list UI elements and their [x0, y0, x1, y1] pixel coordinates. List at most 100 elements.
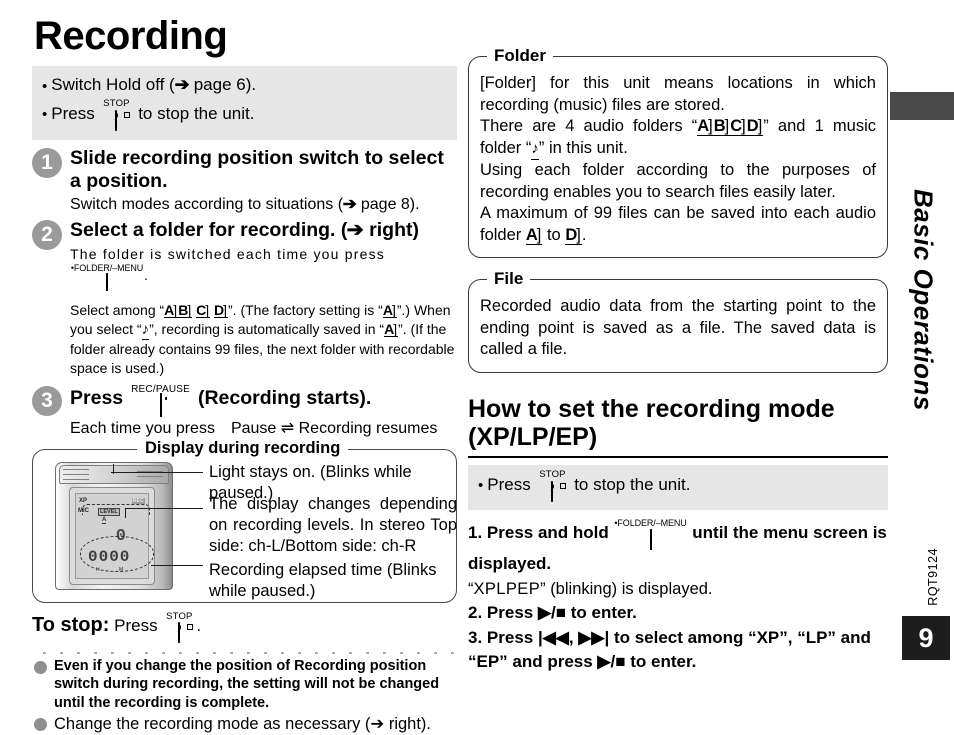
arrow-icon: ➔: [346, 218, 365, 241]
blinking-modes-text: XPLPEP: [473, 579, 541, 598]
chapter-tab-block: [890, 92, 954, 120]
arrow-icon: ➔: [342, 195, 357, 213]
step-2-line-1: The folder is switched each time you pre…: [70, 245, 457, 292]
leader-line: [125, 507, 127, 518]
stop-button-icon: STOP: [162, 611, 196, 645]
folder-badge-d: D: [214, 302, 229, 319]
preparation-note-box: Switch Hold off (➔ page 6). Press STOP t…: [32, 66, 457, 140]
music-folder-icon: ♪: [531, 138, 539, 160]
stop-button-icon: STOP: [99, 98, 133, 133]
page-number-badge: 9: [902, 616, 950, 660]
rec-pause-button-icon: REC/PAUSE: [129, 384, 193, 417]
chapter-label-text: Basic Operations: [908, 189, 939, 411]
rec-pause-button-shape: [159, 392, 162, 417]
section-heading-line-1: How to set the recording mode: [468, 394, 835, 423]
speaker-slit-icon: [63, 473, 89, 476]
chapter-label: Basic Operations: [896, 120, 950, 480]
section-rule: [468, 455, 888, 458]
mode-step-1-index: 1.: [468, 522, 483, 542]
speaker-slit-icon: [137, 475, 163, 478]
footnote-2: Change the recording mode as necessary (…: [32, 714, 457, 735]
step-number-badge: 1: [32, 147, 62, 178]
leader-line: [125, 507, 203, 509]
bullet-icon: [42, 101, 47, 127]
lcd-rec-badge: REC: [131, 497, 145, 504]
stop-button-shape: [551, 480, 554, 502]
note-line-stop: Press STOP to stop the unit.: [42, 98, 447, 133]
lcd-mode-text: XP: [79, 497, 88, 504]
file-box-body: Recorded audio data from the starting po…: [469, 280, 887, 372]
folder-box-p3: Using each folder according to the purpo…: [480, 161, 876, 201]
lcd-frame: XP REC MIC LEVEL A 0 0000 H M: [69, 486, 155, 585]
folder-menu-button-icon: •FOLDER/–MENU: [70, 263, 144, 292]
dotted-divider: [36, 648, 457, 655]
step-3-heading: Press REC/PAUSE (Recording starts).: [70, 384, 457, 417]
music-folder-icon: ♪: [141, 320, 150, 340]
step-1-heading: Slide recording position switch to selec…: [70, 146, 444, 192]
speaker-slit-icon: [63, 468, 89, 471]
leader-line: [151, 564, 203, 566]
to-stop-line: To stop: Press STOP .: [32, 611, 457, 645]
manual-page: Recording Switch Hold off (➔ page 6). Pr…: [0, 0, 954, 733]
mode-step-2-index: 2.: [468, 602, 483, 622]
bullet-icon: [42, 73, 47, 99]
folder-badge-b: B: [178, 302, 193, 319]
folder-box-p4: A maximum of 99 files can be saved into …: [480, 203, 876, 246]
folder-info-box: Folder [Folder] for this unit means loca…: [468, 46, 888, 258]
lcd-level-text: LEVEL: [98, 507, 120, 516]
stop-button-shape: [115, 109, 118, 131]
mode-step-2-text: Press ▶/■ to enter.: [486, 602, 637, 622]
stop-button-icon: STOP: [535, 469, 569, 504]
file-box-title: File: [487, 269, 531, 289]
leader-line: [111, 471, 203, 473]
recording-mode-section: How to set the recording mode (XP/LP/EP)…: [468, 395, 888, 674]
bullet-icon: [478, 472, 483, 498]
step-1-detail: Switch modes according to situations (➔ …: [70, 195, 420, 213]
folder-box-title: Folder: [487, 46, 553, 66]
callout-elapsed-time: Recording elapsed time (Blinks while pau…: [209, 560, 437, 600]
step-1: 1 Slide recording position switch to sel…: [32, 147, 457, 215]
folder-badge-a: A: [697, 117, 714, 137]
mode-step-1-sub: “XPLPEP” (blinking) is displayed.: [468, 579, 713, 598]
file-box-p1: Recorded audio data from the starting po…: [480, 297, 876, 358]
file-info-box: File Recorded audio data from the starti…: [468, 269, 888, 373]
folder-badge-c: C: [196, 302, 211, 319]
mode-step-1: 1. Press and hold •FOLDER/–MENU until th…: [468, 517, 887, 598]
speaker-slit-icon: [63, 478, 89, 481]
arrow-icon: ➔: [174, 75, 190, 94]
callout-display-levels: The display changes depending on recordi…: [209, 494, 457, 555]
step-number-badge: 3: [32, 385, 62, 416]
folder-menu-button-icon: •FOLDER/–MENU: [614, 518, 688, 552]
footnote-1: Even if you change the position of Recor…: [32, 657, 457, 713]
to-stop-label: To stop:: [32, 613, 110, 636]
folder-badge-d: D: [746, 117, 764, 137]
device-illustration: XP REC MIC LEVEL A 0 0000 H M: [55, 461, 173, 590]
step-3-detail: Each time you press Pause ⇌ Recording re…: [70, 419, 438, 437]
lcd-folder-text: A: [102, 516, 107, 524]
lcd-screen: XP REC MIC LEVEL A 0 0000 H M: [75, 492, 154, 579]
folder-badge-a: A: [164, 302, 179, 319]
right-column: Folder [Folder] for this unit means loca…: [468, 46, 888, 674]
lcd-time-digits: 0000: [88, 547, 131, 566]
display-during-recording-panel: Display during recording XP REC MIC LEVE…: [32, 438, 457, 603]
folder-box-p2: There are 4 audio folders “ABCD” and 1 m…: [480, 116, 876, 160]
recording-mode-note-box: Press STOP to stop the unit.: [468, 464, 888, 510]
step-3: 3 Press REC/PAUSE (Recording starts). Ea…: [32, 384, 457, 439]
step-2-line-2: Select among “AB C D”. (The factory sett…: [70, 301, 457, 378]
note-line-stop: Press STOP to stop the unit.: [478, 469, 878, 504]
section-heading-line-2: (XP/LP/EP): [468, 422, 598, 451]
mode-step-3-index: 3.: [468, 627, 483, 647]
folder-badge-a2: A: [384, 321, 399, 338]
folder-badge-default: A: [382, 302, 397, 319]
mode-step-3-text: Press |◀◀, ▶▶| to select among “XP”, “LP…: [468, 627, 871, 671]
step-2: 2 Select a folder for recording. (➔ righ…: [32, 219, 457, 378]
folder-badge-b: B: [713, 117, 731, 137]
note-line-hold: Switch Hold off (➔ page 6).: [42, 72, 447, 99]
display-panel-title: Display during recording: [137, 438, 349, 458]
folder-badge-to: D: [565, 226, 582, 245]
page-title: Recording: [34, 14, 228, 58]
folder-box-p1: [Folder] for this unit means locations i…: [480, 74, 876, 114]
lcd-hm-label: H M: [96, 566, 133, 573]
left-column: Recording Switch Hold off (➔ page 6). Pr…: [32, 8, 457, 735]
document-code: RQT9124: [926, 548, 940, 606]
